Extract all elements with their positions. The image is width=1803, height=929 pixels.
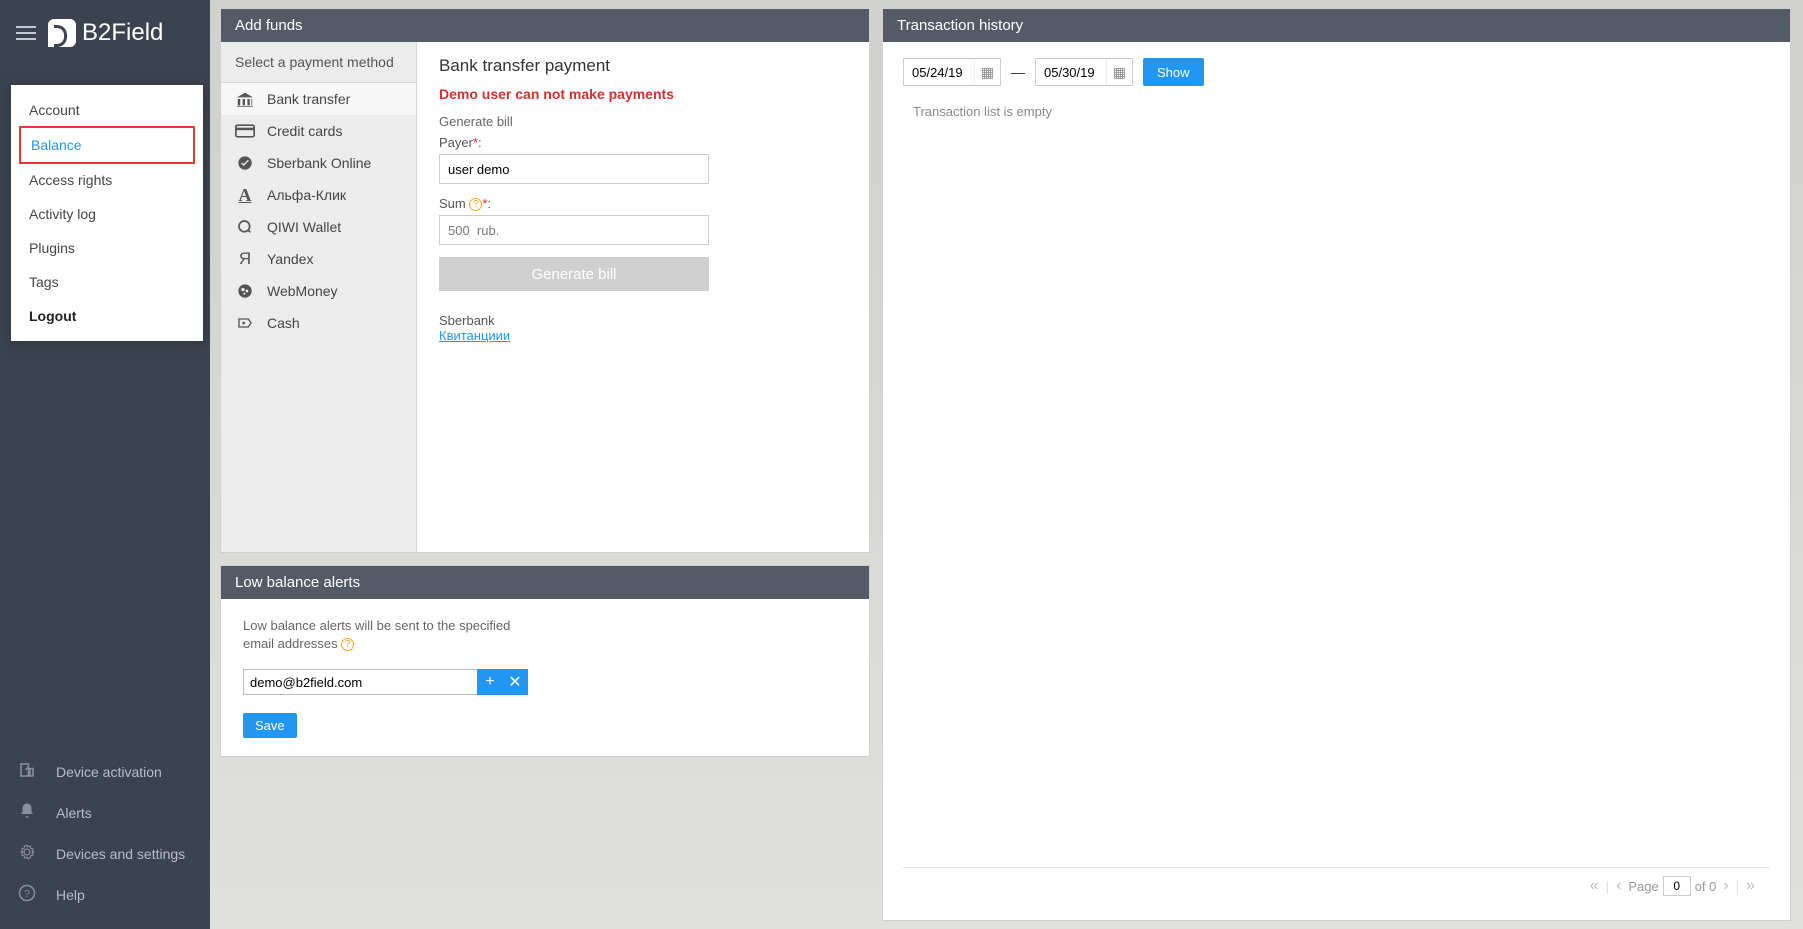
page-input[interactable] xyxy=(1663,876,1691,896)
device-icon xyxy=(18,761,36,782)
sidebar-item-label: Devices and settings xyxy=(56,846,185,862)
payment-method-alfa[interactable]: А Альфа-Клик xyxy=(221,179,416,211)
date-to[interactable]: ▦ xyxy=(1035,58,1133,86)
payment-method-webmoney[interactable]: WebMoney xyxy=(221,275,416,307)
payer-label: Payer*: xyxy=(439,135,847,150)
help-icon: ? xyxy=(18,884,36,905)
sidebar-item-label: Help xyxy=(56,887,85,903)
sidebar: B2Field AccountBalanceAccess rightsActiv… xyxy=(0,0,210,929)
brand-logo[interactable]: B2Field xyxy=(48,19,163,47)
payment-method-label: Credit cards xyxy=(267,123,342,139)
transaction-history-panel: Transaction history ▦ — ▦ Show xyxy=(882,8,1791,921)
menu-toggle[interactable] xyxy=(16,26,36,40)
payment-method-card[interactable]: Credit cards xyxy=(221,115,416,147)
save-button[interactable]: Save xyxy=(243,713,297,738)
payment-heading: Bank transfer payment xyxy=(439,56,847,76)
help-icon[interactable]: ? xyxy=(469,198,482,211)
add-funds-panel: Add funds Select a payment method Bank t… xyxy=(220,8,870,553)
page-total: of 0 xyxy=(1695,879,1717,894)
transaction-history-header: Transaction history xyxy=(883,9,1790,42)
last-page-icon[interactable]: » xyxy=(1743,877,1758,895)
sidebar-item-label: Alerts xyxy=(56,805,92,821)
brand-text: B2Field xyxy=(82,19,163,47)
payment-method-label: Sberbank Online xyxy=(267,155,371,171)
next-page-icon[interactable]: › xyxy=(1720,877,1731,895)
sum-input[interactable] xyxy=(439,215,709,245)
payment-error: Demo user can not make payments xyxy=(439,86,847,102)
payment-method-label: Cash xyxy=(267,315,300,331)
payment-method-cash[interactable]: Cash xyxy=(221,307,416,339)
page-label: Page xyxy=(1628,879,1658,894)
qiwi-icon xyxy=(235,219,255,235)
sidebar-item-device-activation[interactable]: Device activation xyxy=(0,751,210,792)
bank-icon xyxy=(235,91,255,107)
date-to-input[interactable] xyxy=(1036,65,1106,80)
flyout-item-logout[interactable]: Logout xyxy=(11,299,203,333)
flyout-item-account[interactable]: Account xyxy=(11,93,203,127)
payment-method-yandex[interactable]: Я Yandex xyxy=(221,243,416,275)
calendar-icon[interactable]: ▦ xyxy=(974,59,1000,85)
payment-method-label: Альфа-Клик xyxy=(267,187,346,203)
show-button[interactable]: Show xyxy=(1143,58,1204,86)
add-email-button[interactable]: + xyxy=(477,669,503,695)
alert-email-input[interactable] xyxy=(243,669,478,695)
sum-label: Sum ?*: xyxy=(439,196,847,211)
flyout-item-plugins[interactable]: Plugins xyxy=(11,231,203,265)
bell-icon xyxy=(18,802,36,823)
payment-method-label: Yandex xyxy=(267,251,313,267)
payment-method-label: WebMoney xyxy=(267,283,338,299)
flyout-item-balance[interactable]: Balance xyxy=(19,126,195,164)
sber-icon xyxy=(235,155,255,171)
date-from-input[interactable] xyxy=(904,65,974,80)
low-balance-header: Low balance alerts xyxy=(221,566,869,599)
pager: « | ‹ Page of 0 › | » xyxy=(903,867,1770,904)
low-balance-text: Low balance alerts will be sent to the s… xyxy=(243,617,543,653)
payment-method-label: Bank transfer xyxy=(267,91,350,107)
gear-icon xyxy=(18,843,36,864)
alfa-icon: А xyxy=(235,187,255,203)
sidebar-item-help[interactable]: ? Help xyxy=(0,874,210,915)
payment-method-sber[interactable]: Sberbank Online xyxy=(221,147,416,179)
payment-methods-list: Select a payment method Bank transfer Cre… xyxy=(221,42,417,552)
payment-method-qiwi[interactable]: QIWI Wallet xyxy=(221,211,416,243)
account-flyout: AccountBalanceAccess rightsActivity logP… xyxy=(11,85,203,341)
webmoney-icon xyxy=(235,283,255,299)
close-icon: ✕ xyxy=(508,672,521,692)
flyout-item-tags[interactable]: Tags xyxy=(11,265,203,299)
sidebar-item-alerts[interactable]: Alerts xyxy=(0,792,210,833)
svg-text:?: ? xyxy=(24,888,30,900)
payment-methods-title: Select a payment method xyxy=(221,42,416,83)
receipts-link[interactable]: Квитанциии xyxy=(439,328,510,343)
generate-bill-button[interactable]: Generate bill xyxy=(439,257,709,291)
first-page-icon[interactable]: « xyxy=(1587,877,1602,895)
yandex-icon: Я xyxy=(235,251,255,267)
sidebar-item-devices-and-settings[interactable]: Devices and settings xyxy=(0,833,210,874)
date-separator: — xyxy=(1011,64,1025,80)
payment-form: Bank transfer payment Demo user can not … xyxy=(417,42,869,552)
flyout-item-access-rights[interactable]: Access rights xyxy=(11,163,203,197)
calendar-icon[interactable]: ▦ xyxy=(1106,59,1132,85)
sidebar-item-label: Device activation xyxy=(56,764,162,780)
empty-list-message: Transaction list is empty xyxy=(903,104,1770,119)
plus-icon: + xyxy=(485,673,494,691)
help-icon[interactable]: ? xyxy=(341,638,354,651)
payer-input[interactable] xyxy=(439,154,709,184)
payment-method-label: QIWI Wallet xyxy=(267,219,341,235)
prev-page-icon[interactable]: ‹ xyxy=(1613,877,1624,895)
cash-icon xyxy=(235,315,255,331)
flyout-item-activity-log[interactable]: Activity log xyxy=(11,197,203,231)
main-content: Add funds Select a payment method Bank t… xyxy=(210,0,1803,929)
date-from[interactable]: ▦ xyxy=(903,58,1001,86)
remove-email-button[interactable]: ✕ xyxy=(502,669,528,695)
generate-bill-label: Generate bill xyxy=(439,114,847,129)
payment-method-bank[interactable]: Bank transfer xyxy=(221,83,416,115)
sberbank-label: Sberbank xyxy=(439,313,847,328)
logo-icon xyxy=(48,19,76,47)
low-balance-alerts-panel: Low balance alerts Low balance alerts wi… xyxy=(220,565,870,757)
add-funds-header: Add funds xyxy=(221,9,869,42)
card-icon xyxy=(235,123,255,139)
